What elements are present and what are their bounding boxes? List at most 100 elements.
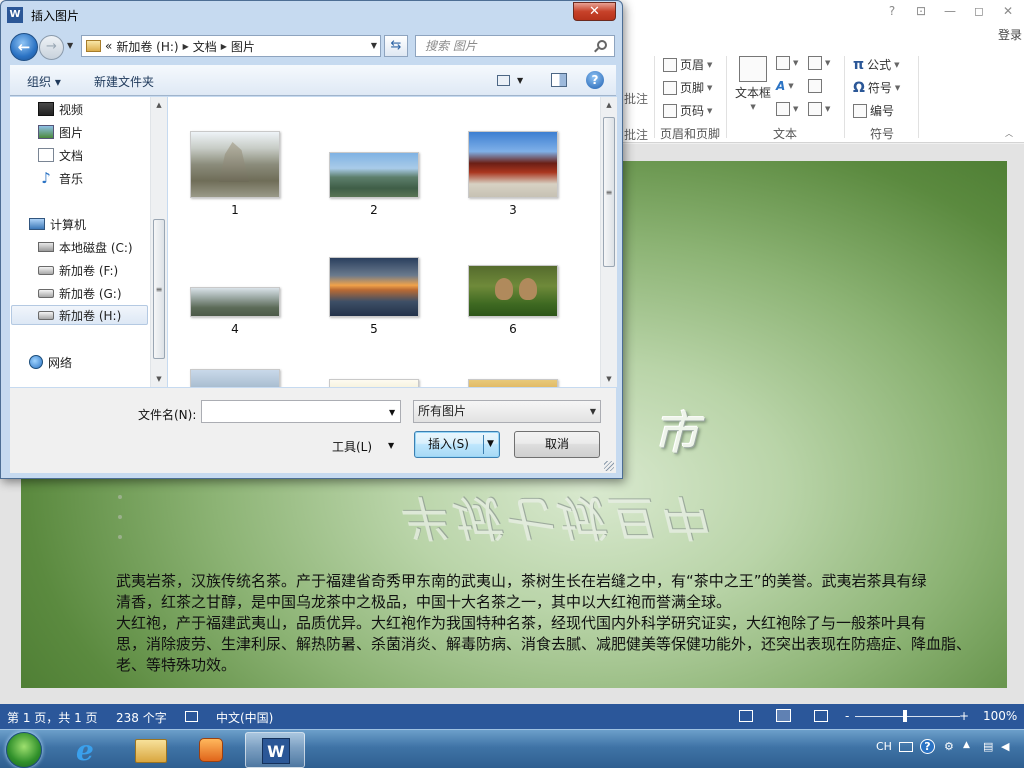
filetype-select[interactable]: 所有图片 ▼ <box>413 400 601 423</box>
breadcrumb-drive[interactable]: 新加卷 (H:) <box>116 38 178 55</box>
minimize-icon[interactable]: — <box>937 3 963 19</box>
tools-dropdown-icon[interactable]: ▼ <box>388 441 394 450</box>
file-label[interactable]: 5 <box>344 322 404 336</box>
scroll-down-icon[interactable]: ▼ <box>601 371 617 387</box>
nav-item-music[interactable]: ♪ 音乐 <box>38 168 83 188</box>
image-thumbnail[interactable] <box>190 287 280 317</box>
change-view-button[interactable]: ▼ <box>497 72 535 88</box>
footer-button[interactable]: 页脚 ▼ <box>663 79 712 96</box>
body-paragraph-line[interactable]: 武夷岩茶，汉族传统名茶。产于福建省奇秀甲东南的武夷山，茶树生长在岩缝之中，有“茶… <box>116 571 1007 592</box>
close-button[interactable]: ✕ <box>573 2 616 21</box>
search-icon[interactable] <box>597 40 607 50</box>
scroll-up-icon[interactable]: ▲ <box>601 97 617 113</box>
datetime-button[interactable] <box>808 79 822 93</box>
body-paragraph-line[interactable]: 老、等特殊功效。 <box>116 655 1007 676</box>
equation-button[interactable]: π 公式 ▼ <box>853 56 899 73</box>
breadcrumb-pictures[interactable]: 图片 <box>231 38 255 55</box>
language-tray[interactable]: CH <box>876 740 892 753</box>
file-label[interactable]: 1 <box>205 203 265 217</box>
resize-grip[interactable] <box>604 461 614 471</box>
read-mode-icon[interactable] <box>739 710 753 722</box>
media-player-taskbar-button[interactable] <box>182 732 242 768</box>
nav-item-pictures[interactable]: 图片 <box>38 122 83 142</box>
recent-locations-dropdown[interactable]: ▼ <box>67 41 73 50</box>
language-indicator[interactable]: 中文(中国) <box>216 709 273 726</box>
textbox-button[interactable]: 文本框 ▼ <box>735 56 771 111</box>
cancel-button[interactable]: 取消 <box>514 431 600 458</box>
help-tray-icon[interactable]: ? <box>920 739 935 754</box>
image-thumbnail[interactable] <box>190 369 280 387</box>
nav-item-computer[interactable]: 计算机 <box>29 214 86 234</box>
preview-pane-icon[interactable] <box>551 73 567 87</box>
tools-button[interactable]: 工具(L) <box>332 438 372 455</box>
scroll-down-icon[interactable]: ▼ <box>151 371 167 387</box>
image-thumbnail[interactable] <box>468 379 558 387</box>
scroll-up-icon[interactable]: ▲ <box>151 97 167 113</box>
image-thumbnail[interactable] <box>190 131 280 198</box>
signin-link[interactable]: 登录 <box>998 26 1022 43</box>
maximize-icon[interactable]: ◻ <box>966 3 992 19</box>
network-icon[interactable]: ▤ <box>983 740 993 753</box>
numbering-button[interactable]: 编号 <box>853 102 894 119</box>
new-folder-button[interactable]: 新建文件夹 <box>94 73 154 90</box>
organize-button[interactable]: 组织 ▾ <box>27 73 61 90</box>
show-hidden-icons-icon[interactable]: ▲ <box>963 740 970 750</box>
word-count[interactable]: 238 个字 <box>116 709 167 726</box>
header-button[interactable]: 页眉 ▼ <box>663 56 712 73</box>
signature-button[interactable]: ▼ <box>808 56 830 70</box>
help-icon[interactable]: ? <box>879 3 905 19</box>
ribbon-display-icon[interactable]: ⊡ <box>908 3 934 19</box>
ie-taskbar-button[interactable]: e <box>60 732 120 768</box>
quick-parts-button[interactable]: ▼ <box>776 56 798 70</box>
zoom-slider-thumb[interactable] <box>903 710 907 722</box>
proofing-icon[interactable] <box>185 711 198 722</box>
file-label[interactable]: 3 <box>483 203 543 217</box>
image-thumbnail[interactable] <box>329 379 419 387</box>
nav-scrollbar[interactable]: ▲ ≡ ▼ <box>150 97 167 387</box>
address-bar[interactable]: « 新加卷 (H:) ▶ 文档 ▶ 图片 ▼ <box>81 35 381 57</box>
nav-item-videos[interactable]: 视频 <box>38 99 83 119</box>
zoom-level[interactable]: 100% <box>983 709 1017 723</box>
zoom-out-button[interactable]: - <box>845 709 849 723</box>
chevron-right-icon[interactable]: ▶ <box>183 42 189 51</box>
breadcrumb-documents[interactable]: 文档 <box>193 38 217 55</box>
object-button[interactable]: ▼ <box>808 102 830 116</box>
image-thumbnail[interactable] <box>329 257 419 317</box>
image-thumbnail[interactable] <box>468 265 558 317</box>
symbol-button[interactable]: Ω 符号 ▼ <box>853 79 900 96</box>
nav-item-drive-h[interactable]: 新加卷 (H:) <box>11 305 148 325</box>
close-icon[interactable]: ✕ <box>995 3 1021 19</box>
nav-item-network[interactable]: 网络 <box>29 352 72 372</box>
volume-icon[interactable]: ◀ <box>1001 740 1009 753</box>
body-paragraph-line[interactable]: 大红袍，产于福建武夷山，品质优异。大红袍作为我国特种名茶，经现代国内外科学研究证… <box>116 613 1007 634</box>
web-layout-icon[interactable] <box>814 710 828 722</box>
filename-input[interactable] <box>201 400 401 423</box>
wordart-button[interactable]: A ▼ <box>776 79 794 93</box>
page-number-button[interactable]: 页码 ▼ <box>663 102 712 119</box>
wordart-title[interactable]: 市 <box>653 397 701 463</box>
address-dropdown-icon[interactable]: ▼ <box>371 41 377 50</box>
nav-item-drive-f[interactable]: 新加卷 (F:) <box>38 260 118 280</box>
filename-dropdown-icon[interactable]: ▼ <box>389 408 395 417</box>
body-paragraph-line[interactable]: 思，消除疲劳、生津利尿、解热防暑、杀菌消炎、解毒防病、消食去腻、减肥健美等保健功… <box>116 634 1007 655</box>
nav-item-drive-c[interactable]: 本地磁盘 (C:) <box>38 237 133 257</box>
zoom-in-button[interactable]: + <box>959 709 969 723</box>
image-thumbnail[interactable] <box>329 152 419 198</box>
file-label[interactable]: 6 <box>483 322 543 336</box>
dropcap-button[interactable]: ▼ <box>776 102 798 116</box>
nav-item-drive-g[interactable]: 新加卷 (G:) <box>38 283 122 303</box>
keyboard-icon[interactable] <box>899 742 913 752</box>
zoom-slider[interactable] <box>855 716 960 717</box>
nav-item-documents[interactable]: 文档 <box>38 145 83 165</box>
breadcrumb-overflow[interactable]: « <box>105 39 112 53</box>
body-paragraph-line[interactable]: 清香，红茶之甘醇，是中国乌龙茶中之极品，中国十大名茶之一，其中以大红袍而誉满全球… <box>116 592 1007 613</box>
tray-settings-icon[interactable]: ⚙ <box>944 740 954 753</box>
collapse-ribbon-icon[interactable]: ︿ <box>1005 128 1013 139</box>
explorer-taskbar-button[interactable] <box>121 732 181 768</box>
insert-dropdown-icon[interactable]: ▼ <box>487 432 494 457</box>
forward-button[interactable]: → <box>39 35 64 60</box>
scroll-thumb[interactable]: ≡ <box>603 117 615 267</box>
file-scrollbar[interactable]: ▲ ≡ ▼ <box>600 97 617 387</box>
print-layout-icon[interactable] <box>776 709 791 722</box>
page-count[interactable]: 第 1 页，共 1 页 <box>7 709 98 726</box>
